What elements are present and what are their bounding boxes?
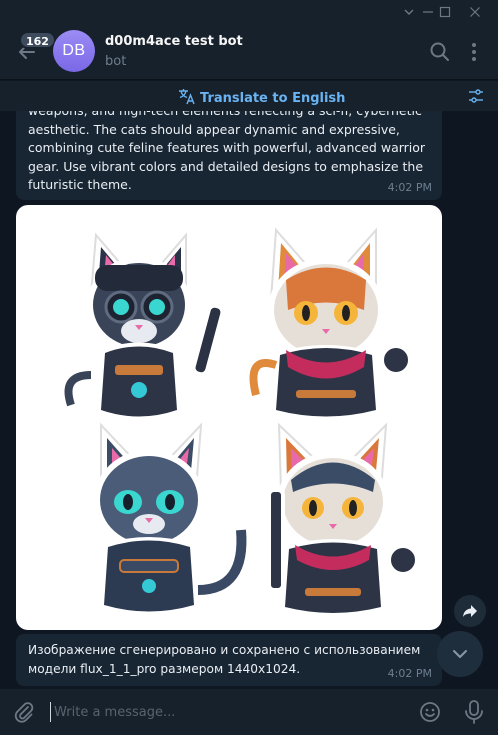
chat-status: bot <box>105 54 127 69</box>
share-icon[interactable] <box>454 595 486 627</box>
message-time: 4:02 PM <box>387 181 432 194</box>
chat-title[interactable]: d00m4ace test bot <box>105 34 243 49</box>
generated-image <box>61 227 419 619</box>
search-icon[interactable] <box>428 40 452 64</box>
cyber-cat-sticker-2 <box>246 227 412 423</box>
window-titlebar <box>0 0 498 24</box>
message-input[interactable] <box>50 702 350 722</box>
image-message[interactable] <box>16 205 442 630</box>
more-vertical-icon[interactable] <box>462 40 486 64</box>
cyber-cat-sticker-1 <box>61 232 225 423</box>
filter-settings-icon[interactable] <box>467 87 485 105</box>
cyber-cat-sticker-3 <box>94 422 250 618</box>
translate-bar-cover: Translate to English <box>0 81 498 111</box>
message-bubble[interactable]: Изображение сгенерировано и сохранено с … <box>16 634 442 686</box>
message-text: weapons, and high-tech elements reflecti… <box>28 103 426 192</box>
message-text: Изображение сгенерировано и сохранено с … <box>28 643 421 676</box>
message-composer <box>0 689 498 735</box>
translate-icon <box>178 87 196 109</box>
maximize-icon[interactable] <box>430 0 460 24</box>
emoji-icon[interactable] <box>418 700 442 724</box>
attach-icon[interactable] <box>12 700 36 724</box>
microphone-icon[interactable] <box>462 699 486 725</box>
avatar[interactable]: DB <box>53 30 95 72</box>
close-icon[interactable] <box>460 0 490 24</box>
translate-label: Translate to English <box>200 90 346 106</box>
translate-button[interactable]: Translate to English <box>178 87 345 109</box>
message-time: 4:02 PM <box>387 667 432 680</box>
unread-count-badge: 162 <box>19 31 56 49</box>
chat-header: 162 DB d00m4ace test bot bot <box>0 24 498 80</box>
cyber-cat-sticker-4 <box>267 422 419 619</box>
scroll-down-icon[interactable] <box>437 631 483 677</box>
